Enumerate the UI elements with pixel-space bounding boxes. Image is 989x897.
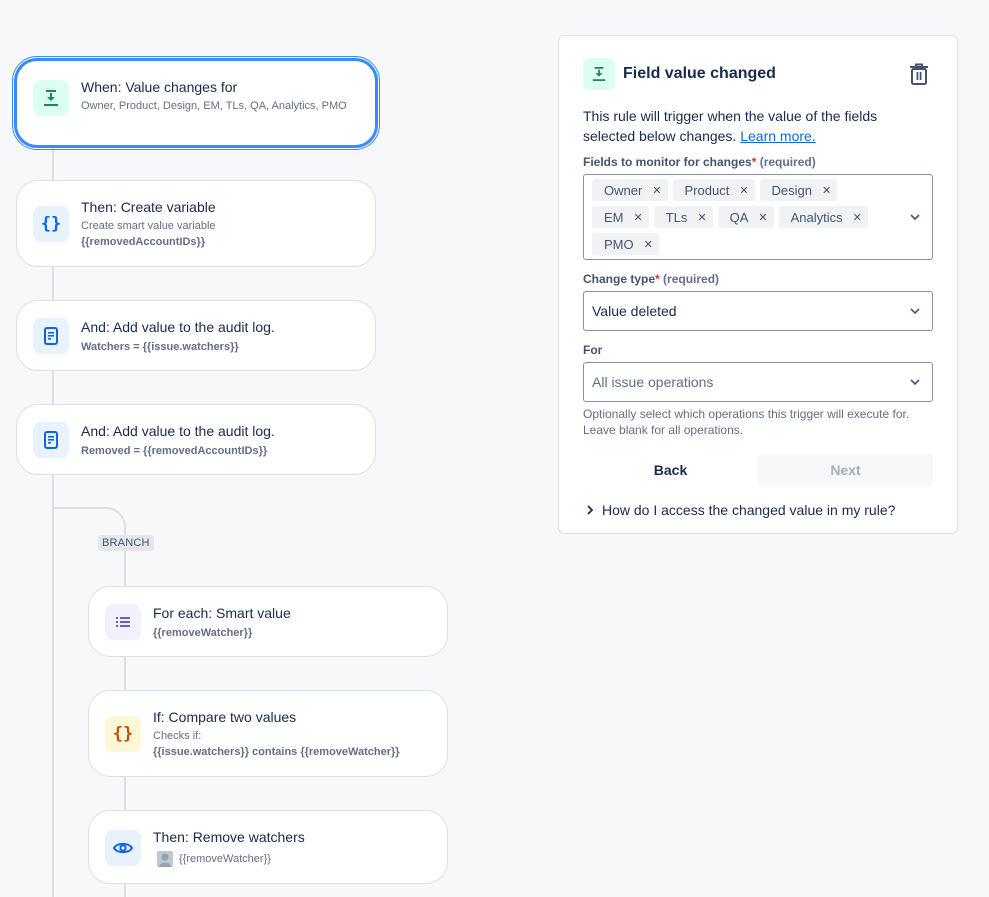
panel-actions: Back Next	[583, 454, 933, 486]
remove-chip-icon[interactable]: ✕	[739, 184, 748, 197]
operations-select[interactable]: All issue operations	[583, 362, 933, 402]
fields-label: Fields to monitor for changes* (required…	[583, 154, 933, 170]
step-title: If: Compare two values	[153, 709, 297, 725]
compare-values-card[interactable]: {} If: Compare two values Checks if: {{i…	[88, 690, 448, 777]
operations-placeholder: All issue operations	[592, 374, 714, 390]
field-chip: EM ✕	[592, 206, 649, 228]
field-chip-label: Product	[684, 182, 730, 198]
audit-log-card[interactable]: And: Add value to the audit log. Watcher…	[16, 300, 376, 371]
field-chip: QA ✕	[717, 206, 774, 228]
field-chip-label: Design	[771, 182, 813, 198]
for-label: For	[583, 343, 603, 357]
step-subtitle: Removed = {{removedAccountIDs}}	[81, 445, 268, 457]
trash-icon	[910, 63, 928, 85]
step-subtitle: Owner, Product, Design, EM, TLs, QA, Ana…	[81, 100, 347, 112]
remove-chip-icon[interactable]: ✕	[644, 238, 653, 251]
step-subtitle: Watchers = {{issue.watchers}}	[81, 341, 239, 353]
field-chip: TLs ✕	[653, 206, 713, 228]
list-icon	[105, 604, 141, 640]
change-type-label: Change type* (required)	[583, 271, 933, 287]
fields-multiselect[interactable]: Owner ✕ Product ✕ Design ✕ EM ✕ TLs ✕ QA ✕ Analytics…	[583, 174, 933, 260]
braces-icon: {}	[105, 716, 141, 752]
braces-icon: {}	[33, 206, 69, 242]
step-title: Then: Create variable	[81, 199, 216, 215]
change-type-value: Value deleted	[592, 303, 677, 319]
step-title: When: Value changes for	[81, 79, 238, 95]
required-star: *	[655, 272, 660, 286]
panel-description: This rule will trigger when the value of…	[583, 106, 933, 146]
audit-log-card[interactable]: And: Add value to the audit log. Removed…	[16, 404, 376, 475]
remove-watchers-card[interactable]: Then: Remove watchers {{removeWatcher}}	[88, 810, 448, 884]
step-subtitle: Create smart value variable	[81, 220, 216, 232]
user-avatar-icon	[157, 851, 173, 867]
audit-log-icon	[33, 318, 69, 354]
field-chip-label: PMO	[604, 236, 634, 252]
chevron-right-icon	[583, 505, 597, 515]
eye-icon	[105, 830, 141, 866]
step-subtitle: Checks if:	[153, 730, 202, 742]
step-title: And: Add value to the audit log.	[81, 319, 275, 335]
field-chip: Analytics ✕	[778, 206, 868, 228]
rule-flow-canvas: BRANCH When: Value changes for Owner, Pr…	[0, 0, 540, 897]
field-chip-label: EM	[604, 209, 624, 225]
trigger-card[interactable]: When: Value changes for Owner, Product, …	[12, 56, 380, 150]
remove-chip-icon[interactable]: ✕	[634, 211, 643, 224]
change-type-select[interactable]: Value deleted	[583, 291, 933, 331]
expander-label: How do I access the changed value in my …	[602, 502, 896, 518]
required-text: (required)	[663, 272, 720, 286]
description-text: This rule will trigger when the value of…	[583, 108, 878, 144]
panel-title: Field value changed	[623, 65, 776, 82]
field-changed-icon	[33, 80, 69, 116]
access-changed-value-expander[interactable]: How do I access the changed value in my …	[583, 502, 933, 518]
chevron-down-icon	[910, 212, 920, 222]
for-each-card[interactable]: For each: Smart value {{removeWatcher}}	[88, 586, 448, 657]
step-title: Then: Remove watchers	[153, 829, 305, 845]
field-chip: Design ✕	[759, 179, 838, 201]
branch-label: BRANCH	[98, 535, 154, 551]
field-chip-label: Owner	[604, 182, 643, 198]
field-changed-icon	[583, 58, 615, 90]
change-type-label-text: Change type	[583, 272, 656, 286]
fields-label-text: Fields to monitor for changes	[583, 155, 752, 169]
chevron-down-icon	[910, 306, 920, 316]
field-chip-label: TLs	[665, 209, 688, 225]
remove-chip-icon[interactable]: ✕	[853, 211, 862, 224]
required-text: (required)	[759, 155, 816, 169]
step-subtitle: {{removeWatcher}}	[153, 851, 305, 867]
learn-more-link[interactable]: Learn more.	[740, 128, 815, 144]
required-star: *	[751, 155, 757, 169]
step-condition: {{issue.watchers}} contains {{removeWatc…	[153, 746, 400, 758]
remove-chip-icon[interactable]: ✕	[697, 211, 706, 224]
remove-chip-icon[interactable]: ✕	[822, 184, 831, 197]
field-chip-label: Analytics	[790, 209, 843, 225]
chevron-down-icon	[910, 377, 920, 387]
create-variable-card[interactable]: {} Then: Create variable Create smart va…	[16, 180, 376, 267]
step-subtitle: {{removeWatcher}}	[153, 627, 253, 639]
field-chip: Owner ✕	[592, 179, 668, 201]
next-button[interactable]: Next	[758, 454, 933, 486]
watcher-smart-value: {{removeWatcher}}	[179, 853, 271, 865]
remove-chip-icon[interactable]: ✕	[758, 211, 767, 224]
audit-log-icon	[33, 422, 69, 458]
trigger-config-panel: Field value changed This rule will trigg…	[558, 35, 958, 534]
delete-button[interactable]	[907, 62, 931, 86]
field-chip: Product ✕	[672, 179, 755, 201]
step-smart-value: {{removedAccountIDs}}	[81, 236, 206, 248]
operations-help-text: Optionally select which operations this …	[583, 407, 910, 437]
field-chip: PMO ✕	[592, 233, 659, 255]
step-title: For each: Smart value	[153, 605, 291, 621]
remove-chip-icon[interactable]: ✕	[652, 184, 661, 197]
step-title: And: Add value to the audit log.	[81, 423, 275, 439]
back-button[interactable]: Back	[583, 454, 758, 486]
field-chip-label: QA	[729, 209, 749, 225]
